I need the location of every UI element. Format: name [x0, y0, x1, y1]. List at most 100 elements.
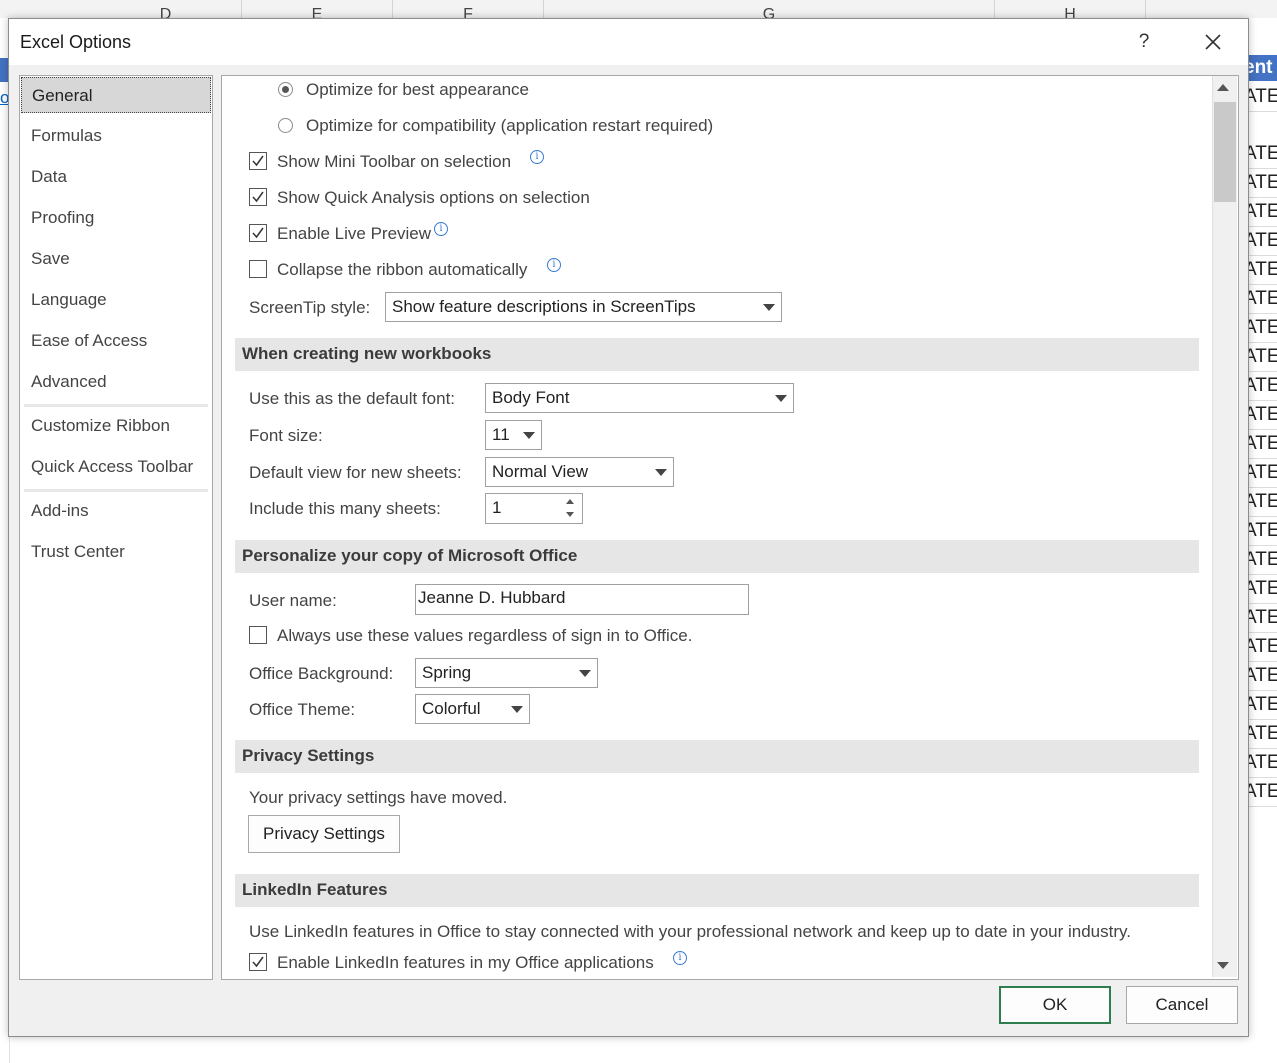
checkmark-icon: [252, 956, 264, 968]
privacy-moved-text: Your privacy settings have moved.: [249, 788, 508, 807]
always-use-values-checkbox[interactable]: [249, 626, 267, 644]
sheet-cell[interactable]: ATE: [1248, 82, 1277, 112]
sheet-cell[interactable]: ATE: [1248, 574, 1277, 604]
sheet-cell[interactable]: ATE: [1248, 690, 1277, 720]
spin-down-icon[interactable]: [564, 511, 576, 519]
excel-options-dialog: Excel Options ? General Formulas Data Pr…: [8, 18, 1249, 1037]
nav-item-quick-access-toolbar[interactable]: Quick Access Toolbar: [21, 449, 211, 485]
vertical-scrollbar[interactable]: [1212, 76, 1237, 977]
sheet-count-stepper[interactable]: 1: [485, 493, 583, 524]
column-header[interactable]: G: [544, 0, 995, 18]
nav-divider: [24, 404, 208, 407]
help-button[interactable]: ?: [1127, 25, 1161, 59]
scroll-down-icon[interactable]: [1217, 962, 1229, 969]
enable-linkedin-checkbox[interactable]: [249, 953, 267, 971]
quick-analysis-label: Show Quick Analysis options on selection: [277, 188, 590, 207]
office-theme-label: Office Theme:: [249, 700, 356, 719]
nav-item-add-ins[interactable]: Add-ins: [21, 493, 211, 529]
office-background-dropdown[interactable]: Spring: [415, 658, 598, 688]
sheet-cell[interactable]: ATE: [1248, 661, 1277, 691]
column-header[interactable]: H: [995, 0, 1146, 18]
sheet-cell[interactable]: ATE: [1248, 487, 1277, 517]
chevron-down-icon: [655, 469, 667, 476]
live-preview-checkbox[interactable]: [249, 224, 267, 242]
nav-item-trust-center[interactable]: Trust Center: [21, 534, 211, 570]
section-title: LinkedIn Features: [242, 880, 388, 899]
sheet-cell[interactable]: ATE: [1248, 168, 1277, 198]
nav-item-customize-ribbon[interactable]: Customize Ribbon: [21, 408, 211, 444]
sheet-column-headers: D E F G H: [0, 0, 1277, 19]
scroll-up-icon[interactable]: [1217, 84, 1229, 91]
sheet-cell[interactable]: ATE: [1248, 313, 1277, 343]
sheet-cell[interactable]: ATE: [1248, 777, 1277, 807]
font-size-dropdown[interactable]: 11: [485, 420, 542, 450]
section-header-personalize: Personalize your copy of Microsoft Offic…: [235, 540, 1199, 573]
sheet-cell[interactable]: ATE: [1248, 632, 1277, 662]
sheet-cell[interactable]: ATE: [1248, 255, 1277, 285]
sheet-cell[interactable]: ATE: [1248, 429, 1277, 459]
default-font-value: Body Font: [492, 388, 570, 407]
collapse-ribbon-label: Collapse the ribbon automatically: [277, 260, 528, 279]
category-nav: General Formulas Data Proofing Save Lang…: [19, 75, 213, 980]
nav-item-proofing[interactable]: Proofing: [21, 200, 211, 236]
sheet-cell[interactable]: ATE: [1248, 342, 1277, 372]
nav-item-general[interactable]: General: [21, 77, 211, 113]
section-title: Personalize your copy of Microsoft Offic…: [242, 546, 578, 565]
checkmark-icon: [252, 227, 264, 239]
sheet-cell[interactable]: ATE: [1248, 458, 1277, 488]
column-header[interactable]: F: [393, 0, 544, 18]
section-title: Privacy Settings: [242, 746, 375, 765]
column-header[interactable]: E: [242, 0, 393, 18]
sheet-cell[interactable]: ATE: [1248, 197, 1277, 227]
nav-item-formulas[interactable]: Formulas: [21, 118, 211, 154]
optimize-compatibility-radio[interactable]: [278, 118, 293, 133]
cancel-button[interactable]: Cancel: [1126, 986, 1238, 1024]
info-icon[interactable]: i: [434, 222, 448, 236]
live-preview-label: Enable Live Preview: [277, 224, 432, 243]
spin-up-icon[interactable]: [564, 497, 576, 505]
sheet-cell[interactable]: ATE: [1248, 371, 1277, 401]
mini-toolbar-checkbox[interactable]: [249, 152, 267, 170]
font-size-value: 11: [492, 425, 510, 444]
nav-item-data[interactable]: Data: [21, 159, 211, 195]
sheet-cell[interactable]: ATE: [1248, 545, 1277, 575]
quick-analysis-checkbox[interactable]: [249, 188, 267, 206]
sheet-count-value: 1: [492, 498, 502, 517]
close-button[interactable]: [1193, 25, 1233, 59]
ok-button[interactable]: OK: [999, 986, 1111, 1024]
column-header[interactable]: D: [90, 0, 242, 18]
office-background-value: Spring: [422, 663, 472, 682]
screentip-style-dropdown[interactable]: Show feature descriptions in ScreenTips: [385, 292, 782, 322]
chevron-down-icon: [523, 432, 535, 439]
scrollbar-thumb[interactable]: [1214, 102, 1236, 202]
optimize-appearance-radio[interactable]: [278, 82, 293, 97]
info-icon[interactable]: i: [547, 258, 561, 272]
nav-item-language[interactable]: Language: [21, 282, 211, 318]
sheet-cell[interactable]: ATE: [1248, 139, 1277, 169]
office-theme-dropdown[interactable]: Colorful: [415, 694, 530, 724]
sheet-cell[interactable]: ATE: [1248, 748, 1277, 778]
sheet-cell[interactable]: ATE: [1248, 516, 1277, 546]
sheet-cell[interactable]: ATE: [1248, 719, 1277, 749]
user-name-label: User name:: [249, 591, 337, 610]
info-icon[interactable]: i: [673, 951, 687, 965]
info-icon[interactable]: i: [530, 150, 544, 164]
sheet-cell[interactable]: ATE: [1248, 400, 1277, 430]
sheet-cell[interactable]: ATE: [1248, 284, 1277, 314]
nav-item-advanced[interactable]: Advanced: [21, 364, 211, 400]
collapse-ribbon-checkbox[interactable]: [249, 260, 267, 278]
sheet-cell[interactable]: ATE: [1248, 603, 1277, 633]
sheet-header-cell: ent: [1248, 55, 1277, 81]
screentip-style-label: ScreenTip style:: [249, 298, 371, 317]
nav-item-ease-of-access[interactable]: Ease of Access: [21, 323, 211, 359]
sheet-cell[interactable]: ATE: [1248, 226, 1277, 256]
default-view-dropdown[interactable]: Normal View: [485, 457, 674, 487]
nav-item-save[interactable]: Save: [21, 241, 211, 277]
default-font-dropdown[interactable]: Body Font: [485, 383, 794, 413]
always-use-values-label: Always use these values regardless of si…: [277, 626, 693, 645]
general-options-panel: Optimize for best appearance Optimize fo…: [221, 75, 1239, 980]
user-name-input[interactable]: Jeanne D. Hubbard: [415, 584, 749, 615]
close-icon: [1205, 34, 1221, 50]
screentip-style-value: Show feature descriptions in ScreenTips: [392, 297, 696, 316]
privacy-settings-button[interactable]: Privacy Settings: [248, 815, 400, 853]
